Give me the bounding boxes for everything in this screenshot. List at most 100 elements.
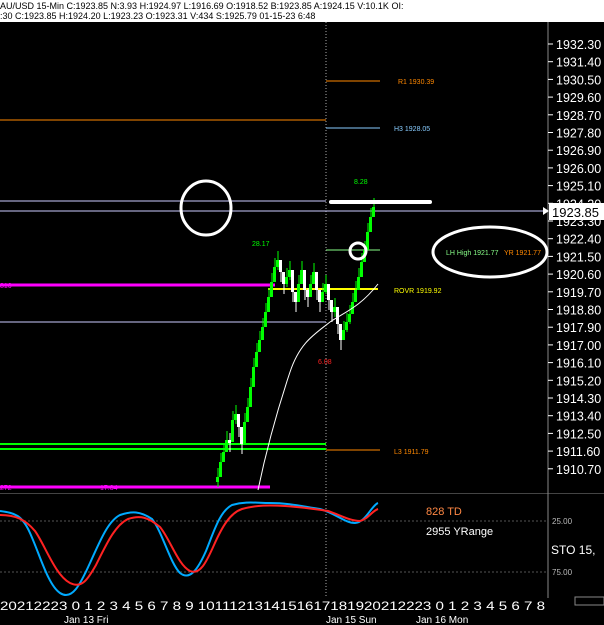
price-tick-label: 1926.00	[556, 162, 601, 176]
candle-body	[264, 312, 267, 327]
price-tick-label: 1921.50	[556, 250, 601, 264]
candle-body	[372, 207, 375, 217]
price-tick-label: 1920.60	[556, 268, 601, 282]
price-tick-label: 1916.10	[556, 357, 601, 371]
candle-body	[309, 284, 312, 297]
price-tick-label: 1910.70	[556, 463, 601, 477]
candle-body	[357, 277, 360, 290]
drawn-circle-left[interactable]	[179, 179, 233, 237]
candle-body	[303, 270, 306, 290]
moving-average-line	[257, 283, 379, 491]
candle-body	[330, 300, 333, 312]
candle-body	[240, 427, 243, 444]
price-tick-label: 1919.70	[556, 286, 601, 300]
lh-level-label: LH High 1921.77	[446, 250, 499, 257]
candle-body	[291, 270, 294, 292]
candle-body	[261, 327, 264, 340]
candle-body	[348, 314, 351, 322]
time-axis-day-3: Jan 16 Mon	[416, 615, 468, 625]
yrange-label: 2955 YRange	[426, 526, 493, 538]
price-tick-label: 1922.40	[556, 233, 601, 247]
price-tick-label: 1931.40	[556, 56, 601, 70]
price-tick-label: 1911.60	[556, 445, 600, 459]
price-tick-label: 1914.30	[556, 392, 601, 406]
candle-body	[321, 292, 324, 302]
l3-level-label: L3 1911.79	[394, 449, 429, 456]
candle-body	[339, 324, 342, 340]
stochastic-panel[interactable]: 828 TD 2955 YRange STO 15, 25.00 75.00 2…	[0, 493, 604, 625]
candle-body	[258, 340, 261, 352]
candle-body	[225, 440, 228, 452]
candle-body	[228, 440, 231, 443]
price-tick-label: 1925.10	[556, 180, 601, 194]
candle-body	[306, 290, 309, 297]
candle-body	[270, 282, 273, 297]
price-tick-label: 1929.60	[556, 91, 601, 105]
candle-body	[279, 260, 282, 272]
candle-body	[345, 322, 348, 330]
price-tick-label: 1917.00	[556, 339, 601, 353]
price-tick-label: 1932.30	[556, 38, 601, 52]
candle-body	[237, 414, 240, 427]
h3-level-label: H3 1928.05	[394, 126, 430, 133]
price-axis: 1932.30 1931.40 1930.50 1929.60 1928.70 1927.…	[548, 38, 601, 477]
sto-label: STO 15,	[551, 543, 595, 557]
price-tick-label: 1913.40	[556, 410, 601, 424]
price-tick-label: 1915.20	[556, 374, 601, 388]
candle-body	[318, 290, 321, 302]
stochastic-d-line	[0, 504, 379, 586]
r1-level-label: R1 1930.39	[398, 79, 434, 86]
candle-body	[282, 272, 285, 284]
scroll-handle[interactable]	[574, 596, 604, 606]
price-tick-label: 1917.90	[556, 321, 601, 335]
candle-body	[336, 307, 339, 324]
candle-body	[249, 387, 252, 407]
yr-level-label: YR 1921.77	[504, 250, 541, 257]
candle-body	[369, 217, 372, 232]
td-label: 828 TD	[426, 506, 462, 518]
candle-body	[255, 352, 258, 367]
osc-level-25-label: 25.00	[552, 517, 573, 526]
candle-body	[333, 307, 336, 312]
price-tick-label: 1926.90	[556, 144, 601, 158]
time-axis-hours: 20212223 0 1 2 3 4 5 6 7 8 9 10111213141…	[0, 601, 545, 613]
candle-body	[315, 272, 318, 290]
price-tick-label: 1912.50	[556, 427, 601, 441]
price-tick-label: 1927.80	[556, 127, 601, 141]
quote-summary-line: AU/USD 15-Min C:1923.85 N:3.93 H:1924.97…	[0, 1, 404, 11]
candle-body	[219, 462, 222, 477]
last-bar-summary-line: :30 C:1923.85 H:1924.20 L:1923.23 O:1923…	[0, 11, 316, 21]
candle-body	[252, 367, 255, 387]
price-tick-label: 1918.80	[556, 304, 601, 318]
candle-body	[354, 290, 357, 302]
candle-body	[360, 262, 363, 277]
candle-body	[273, 267, 276, 282]
candle-body	[246, 407, 249, 422]
magenta-lower-label: 272	[0, 485, 12, 492]
candle-body	[312, 272, 315, 284]
price-tick-label: 1930.50	[556, 73, 601, 87]
swing-high-annotation: 8.28	[354, 179, 368, 186]
stochastic-k-line	[0, 501, 379, 596]
candle-body	[297, 284, 300, 302]
time-marker-label: 17:34	[100, 485, 118, 492]
price-tick-label: 1928.70	[556, 109, 601, 123]
candle-body	[243, 422, 246, 444]
candle-body	[234, 414, 237, 420]
osc-level-75-label: 75.00	[552, 568, 573, 577]
candle-body	[216, 477, 219, 482]
candle-body	[300, 270, 303, 284]
time-axis-day-2: Jan 15 Sun	[326, 615, 377, 625]
candle-body	[324, 284, 327, 292]
candle-body	[288, 270, 291, 277]
candle-body	[231, 420, 234, 442]
price-chart[interactable]: 1932.30 1931.40 1930.50 1929.60 1928.70 1927.…	[0, 22, 604, 493]
magenta-upper-label: 816	[0, 283, 12, 290]
chart-header: AU/USD 15-Min C:1923.85 N:3.93 H:1924.97…	[0, 0, 604, 22]
swing-low-annotation: 6.08	[318, 359, 332, 366]
candle-body	[222, 452, 225, 462]
candle-body	[342, 330, 345, 340]
candle-body	[327, 284, 330, 300]
swing-annotation: 28.17	[252, 241, 270, 248]
current-price-label: 1923.85	[552, 205, 599, 220]
